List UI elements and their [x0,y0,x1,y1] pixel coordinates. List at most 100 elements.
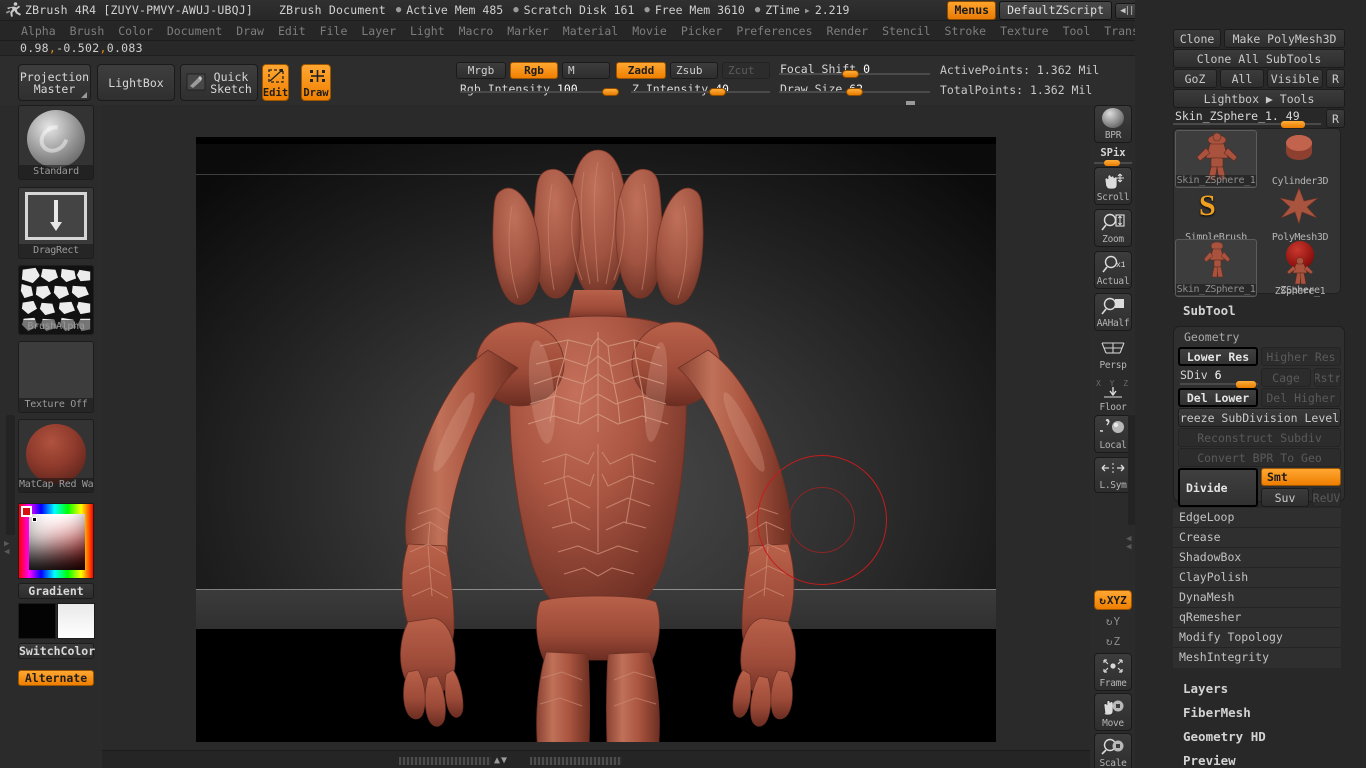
zadd-button[interactable]: Zadd [616,62,666,79]
menu-item-alpha[interactable]: Alpha [14,23,63,39]
m-button[interactable]: M [562,62,610,79]
draw-button[interactable]: Draw [301,64,331,101]
smt-button[interactable]: Smt [1261,468,1341,486]
qremesher-button[interactable]: qRemesher [1173,608,1341,628]
current-brush-thumbnail[interactable]: Standard [18,105,94,180]
menu-item-brush[interactable]: Brush [63,23,112,39]
goz-visible-button[interactable]: Visible [1267,69,1323,88]
current-tool-r-button[interactable]: R [1326,109,1345,128]
z-symmetry-button[interactable]: ↻ Z [1094,631,1132,651]
quick-sketch-button[interactable]: Quick Sketch [180,64,258,101]
current-alpha-thumbnail[interactable]: BrushAlpha [18,265,94,335]
menu-item-tool[interactable]: Tool [1056,23,1098,39]
subtool-section-header[interactable]: SubTool [1183,303,1236,318]
aahalf-button[interactable]: AAHalf [1094,293,1132,331]
divide-button[interactable]: Divide [1178,468,1258,507]
menu-item-file[interactable]: File [313,23,355,39]
geometry-hd-section-header[interactable]: Geometry HD [1183,729,1266,744]
crease-button[interactable]: Crease [1173,528,1341,548]
fibermesh-section-header[interactable]: FiberMesh [1183,705,1251,720]
secondary-color-swatch[interactable] [57,603,95,639]
left-palette-arrows-icon[interactable]: ▶ ◀ [4,540,9,557]
sculpt-model[interactable] [196,137,996,742]
z-intensity-slider[interactable] [630,82,770,100]
menu-item-movie[interactable]: Movie [625,23,674,39]
canvas-scroll-arrows-icon[interactable]: ▲▼ [494,755,508,766]
zsub-button[interactable]: Zsub [670,62,718,79]
xyz-symmetry-button[interactable]: ↻ XYZ [1094,590,1132,610]
menu-item-macro[interactable]: Macro [452,23,501,39]
menu-item-stroke[interactable]: Stroke [938,23,994,39]
make-polymesh3d-button[interactable]: Make PolyMesh3D [1224,29,1345,48]
current-material-thumbnail[interactable]: MatCap Red Wa [18,419,94,493]
menu-item-stencil[interactable]: Stencil [875,23,937,39]
lower-res-button[interactable]: Lower Res [1178,347,1258,366]
floor-button[interactable]: X Y Z Floor [1094,377,1132,415]
del-higher-button[interactable]: Del Higher [1261,388,1341,407]
goz-r-button[interactable]: R [1326,69,1345,88]
current-tool-slider[interactable]: Skin_ZSphere_1. 49 [1173,109,1321,128]
sdiv-slider[interactable]: SDiv 6 [1180,368,1258,388]
tool-item-polymesh3d[interactable]: PolyMesh3D [1259,186,1341,244]
tool-item-zsphere-1-visible[interactable]: ZSphere_1 [1259,257,1341,297]
right-toolbar-scrollbar[interactable] [1128,415,1135,525]
current-stroke-thumbnail[interactable]: DragRect [18,187,94,259]
modify-topology-button[interactable]: Modify Topology [1173,628,1341,648]
clone-all-subtools-button[interactable]: Clone All SubTools [1173,49,1345,68]
menu-item-document[interactable]: Document [160,23,229,39]
local-button[interactable]: Local [1094,415,1132,453]
scroll-grip-left[interactable] [399,757,491,765]
menu-item-light[interactable]: Light [403,23,452,39]
convert-bpr-to-geo-button[interactable]: Convert BPR To Geo [1178,448,1341,467]
current-texture-thumbnail[interactable]: Texture Off [18,341,94,413]
switch-color-button[interactable]: SwitchColor [18,643,95,659]
reuv-button[interactable]: ReUV [1312,488,1341,507]
meshintegrity-button[interactable]: MeshIntegrity [1173,648,1341,668]
scroll-button[interactable]: Scroll [1094,167,1132,205]
shadowbox-button[interactable]: ShadowBox [1173,548,1341,568]
tool-item-cylinder3d[interactable]: Cylinder3D [1259,130,1341,188]
canvas-bottom-scrollbar[interactable]: ▲▼ [102,750,1090,768]
tool-item-skin-zsphere-1[interactable]: Skin_ZSphere_1 [1175,130,1257,188]
tool-item-simplebrush[interactable]: S SimpleBrush [1175,186,1257,244]
menu-item-draw[interactable]: Draw [229,23,271,39]
reconstruct-subdiv-button[interactable]: Reconstruct Subdiv [1178,428,1341,447]
lightbox-tools-button[interactable]: Lightbox ▶ Tools [1173,89,1345,108]
edit-button[interactable]: Edit [262,64,289,101]
higher-res-button[interactable]: Higher Res [1261,347,1341,366]
focal-shift-slider[interactable] [778,62,930,80]
rgb-intensity-slider[interactable] [459,82,619,100]
lightbox-button[interactable]: LightBox [97,64,175,101]
mrgb-button[interactable]: Mrgb [456,62,506,79]
scroll-grip-right[interactable] [530,757,622,765]
menu-item-layer[interactable]: Layer [354,23,403,39]
color-picker[interactable] [18,503,94,579]
draw-size-slider[interactable] [778,82,930,100]
right-toolbar-arrows-icon[interactable]: ◀ ◀ [1126,535,1131,552]
geometry-header[interactable]: Geometry [1184,330,1239,344]
menu-item-preferences[interactable]: Preferences [729,23,819,39]
claypolish-button[interactable]: ClayPolish [1173,568,1341,588]
zoom-button[interactable]: Zoom [1094,209,1132,247]
del-lower-button[interactable]: Del Lower [1178,388,1258,407]
menu-item-color[interactable]: Color [111,23,160,39]
zscript-button[interactable]: DefaultZScript [999,1,1112,20]
bpr-button[interactable]: BPR [1094,105,1132,143]
primary-color-swatch[interactable] [18,603,56,639]
edgeloop-button[interactable]: EdgeLoop [1173,508,1341,528]
cage-button[interactable]: Cage [1261,368,1311,387]
rstr-button[interactable]: Rstr [1314,368,1341,387]
goz-all-button[interactable]: All [1220,69,1264,88]
tool-item-skin-zsphere-1-small[interactable]: Skin_ZSphere_1 [1175,239,1257,297]
menus-button[interactable]: Menus [947,1,997,20]
dynamesh-button[interactable]: DynaMesh [1173,588,1341,608]
projection-master-button[interactable]: Projection Master [18,64,91,101]
suv-button[interactable]: Suv [1261,488,1309,507]
alternate-button[interactable]: Alternate [18,670,94,686]
freeze-subdivision-levels-button[interactable]: Freeze SubDivision Levels [1178,408,1341,427]
spix-slider[interactable]: SPix [1094,147,1132,166]
left-palette-scrollbar[interactable] [6,415,15,535]
goz-button[interactable]: GoZ [1173,69,1217,88]
menu-item-edit[interactable]: Edit [271,23,313,39]
viewport-move-button[interactable]: Move [1094,693,1132,731]
